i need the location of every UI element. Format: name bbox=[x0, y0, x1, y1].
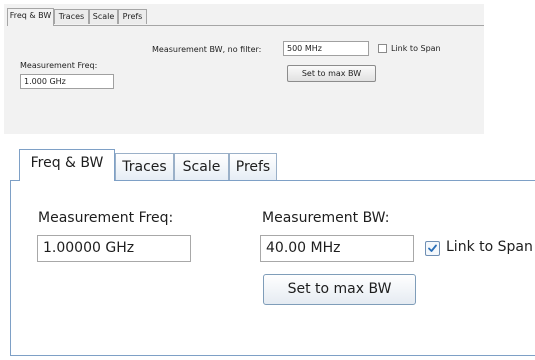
top-tab-freq-bw[interactable]: Freq & BW bbox=[7, 8, 54, 26]
bottom-measurement-bw-field[interactable]: 40.00 MHz bbox=[260, 235, 414, 262]
bottom-tab-traces[interactable]: Traces bbox=[115, 153, 174, 180]
top-settings-panel: Freq & BW Traces Scale Prefs Measurement… bbox=[4, 4, 484, 134]
bottom-measurement-bw-label: Measurement BW: bbox=[262, 210, 390, 226]
bottom-tab-freq-bw[interactable]: Freq & BW bbox=[19, 149, 115, 181]
top-measurement-freq-field[interactable]: 1.000 GHz bbox=[20, 74, 114, 89]
top-link-to-span-label: Link to Span bbox=[391, 44, 441, 53]
top-tab-divider bbox=[7, 25, 484, 26]
top-measurement-bw-label: Measurement BW, no filter: bbox=[152, 45, 262, 54]
bottom-set-to-max-bw-button[interactable]: Set to max BW bbox=[263, 274, 416, 305]
bottom-link-to-span-checkbox-icon[interactable] bbox=[425, 241, 440, 256]
top-tab-prefs[interactable]: Prefs bbox=[118, 9, 147, 24]
top-tab-traces[interactable]: Traces bbox=[54, 9, 89, 24]
top-set-to-max-bw-button[interactable]: Set to max BW bbox=[287, 65, 376, 82]
top-measurement-bw-field[interactable]: 500 MHz bbox=[283, 41, 369, 56]
bottom-tab-prefs[interactable]: Prefs bbox=[229, 153, 277, 180]
bottom-tab-content: Measurement Freq: 1.00000 GHz Measuremen… bbox=[10, 180, 535, 356]
bottom-settings-panel: Freq & BW Traces Scale Prefs Measurement… bbox=[10, 145, 535, 357]
top-measurement-freq-label: Measurement Freq: bbox=[20, 61, 98, 70]
top-link-to-span-checkbox-icon[interactable] bbox=[378, 44, 387, 53]
bottom-tab-scale[interactable]: Scale bbox=[174, 153, 229, 180]
top-tab-scale[interactable]: Scale bbox=[89, 9, 118, 24]
checkmark-icon bbox=[428, 244, 437, 252]
bottom-link-to-span-label: Link to Span bbox=[446, 239, 533, 255]
bottom-measurement-freq-field[interactable]: 1.00000 GHz bbox=[37, 235, 191, 262]
bottom-measurement-freq-label: Measurement Freq: bbox=[38, 210, 174, 226]
